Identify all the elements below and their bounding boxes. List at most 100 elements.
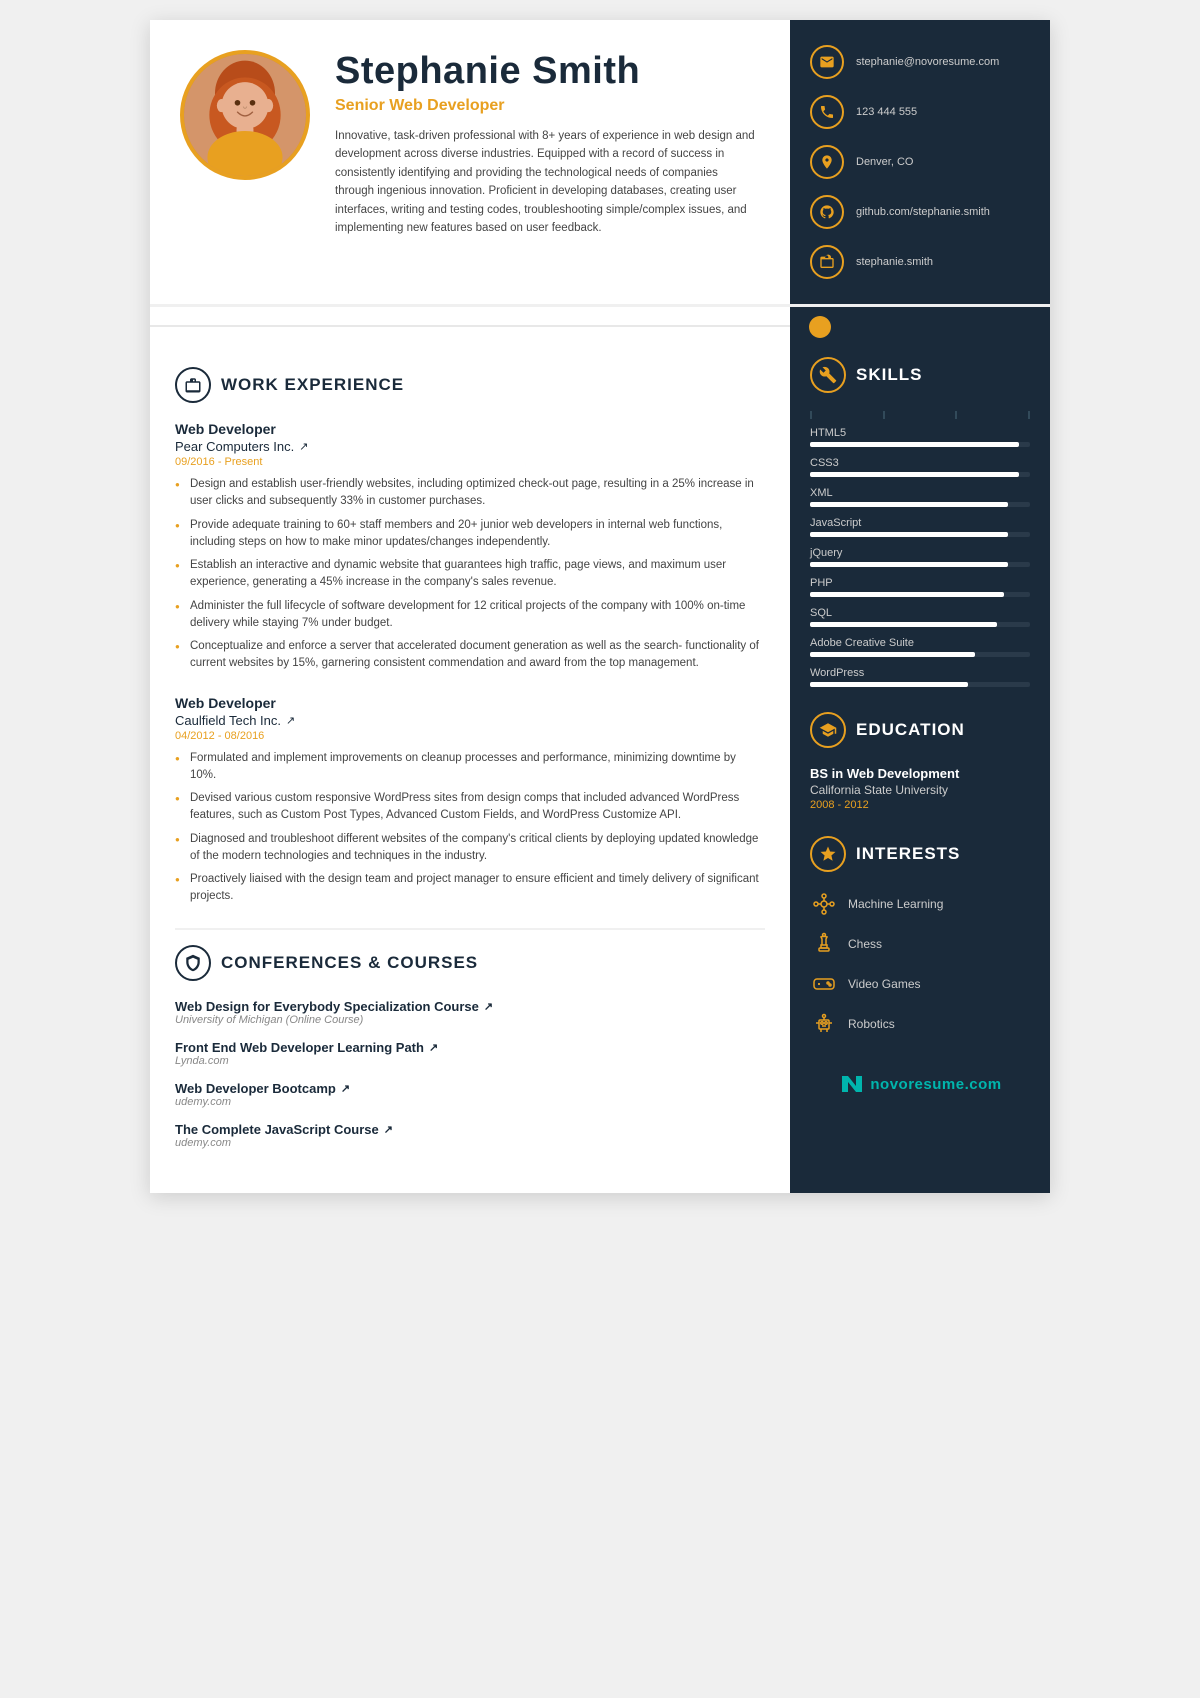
section-divider [175,928,765,930]
interest-games: Video Games [810,970,1030,998]
scale-tick [883,411,885,419]
portfolio-icon [810,245,844,279]
education-title: EDUCATION [856,720,965,740]
interest-ml: Machine Learning [810,890,1030,918]
job-bullet: Devised various custom responsive WordPr… [175,790,765,825]
job-title-1: Web Developer [175,421,765,437]
external-link-icon: ↗ [384,1123,393,1136]
email-icon [810,45,844,79]
header-info: Stephanie Smith Senior Web Developer Inn… [335,50,770,237]
skill-bar-bg [810,472,1030,477]
scale-tick [955,411,957,419]
resume-container: Stephanie Smith Senior Web Developer Inn… [150,20,1050,1193]
external-link-icon-1: ↗ [299,440,308,453]
conferences-header: CONFERENCES & COURSES [175,945,765,981]
skill-bar-bg [810,562,1030,567]
job-company-2: Caulfield Tech Inc. ↗ [175,713,765,728]
orange-dot [809,316,831,338]
job-bullet: Establish an interactive and dynamic web… [175,557,765,592]
skill-bar [810,652,975,657]
interests-section-header: INTERESTS [810,836,1030,872]
skill-label: SQL [810,607,1030,619]
main-content: WORK EXPERIENCE Web Developer Pear Compu… [150,327,1050,1193]
games-icon [810,970,838,998]
portfolio-value: stephanie.smith [856,256,933,268]
external-link-icon: ↗ [429,1041,438,1054]
job-title-2: Web Developer [175,695,765,711]
education-icon [810,712,846,748]
contact-email: stephanie@novoresume.com [810,45,1030,79]
skill-bar [810,472,1019,477]
skill-bar-bg [810,442,1030,447]
skill-bar-bg [810,622,1030,627]
skill-bar-bg [810,502,1030,507]
job-bullet: Conceptualize and enforce a server that … [175,638,765,673]
skill-label: WordPress [810,667,1030,679]
skill-bar [810,502,1008,507]
edu-school: California State University [810,783,1030,797]
course-title-2: Front End Web Developer Learning Path ↗ [175,1040,765,1055]
scale-tick [1028,411,1030,419]
contact-github: github.com/stephanie.smith [810,195,1030,229]
skill-bar [810,592,1004,597]
briefcase-icon [175,367,211,403]
contact-phone: 123 444 555 [810,95,1030,129]
skill-label: Adobe Creative Suite [810,637,1030,649]
skill-bar-bg [810,652,1030,657]
skill-scale [810,411,1030,419]
edu-degree: BS in Web Development [810,766,1030,781]
job-item-2: Web Developer Caulfield Tech Inc. ↗ 04/2… [175,695,765,906]
course-title-1: Web Design for Everybody Specialization … [175,999,765,1014]
skills-list: HTML5 CSS3 XML JavaScript jQuery PHP SQL [810,427,1030,687]
skill-item-0: HTML5 [810,427,1030,447]
skills-icon [810,357,846,393]
job-item-1: Web Developer Pear Computers Inc. ↗ 09/2… [175,421,765,673]
skill-item-7: Adobe Creative Suite [810,637,1030,657]
job-bullet: Provide adequate training to 60+ staff m… [175,517,765,552]
skill-item-4: jQuery [810,547,1030,567]
skill-label: HTML5 [810,427,1030,439]
avatar [180,50,310,180]
course-item-3: Web Developer Bootcamp ↗ udemy.com [175,1081,765,1108]
skill-label: jQuery [810,547,1030,559]
course-source-1: University of Michigan (Online Course) [175,1014,765,1026]
skill-bar-bg [810,592,1030,597]
job-bullet: Formulated and implement improvements on… [175,750,765,785]
interest-games-label: Video Games [848,977,921,991]
left-column: WORK EXPERIENCE Web Developer Pear Compu… [150,327,790,1193]
interests-title: INTERESTS [856,844,960,864]
interests-icon [810,836,846,872]
scale-tick [810,411,812,419]
skill-item-3: JavaScript [810,517,1030,537]
skill-bar-bg [810,532,1030,537]
location-value: Denver, CO [856,156,913,168]
external-link-icon: ↗ [341,1082,350,1095]
course-title-4: The Complete JavaScript Course ↗ [175,1122,765,1137]
contact-sidebar: stephanie@novoresume.com 123 444 555 Den… [790,20,1050,304]
skill-item-5: PHP [810,577,1030,597]
skill-label: XML [810,487,1030,499]
work-experience-header: WORK EXPERIENCE [175,367,765,403]
skill-bar [810,532,1008,537]
edu-date: 2008 - 2012 [810,799,1030,811]
candidate-bio: Innovative, task-driven professional wit… [335,127,755,237]
divider-left [150,307,790,327]
education-section-header: EDUCATION [810,712,1030,748]
course-item-4: The Complete JavaScript Course ↗ udemy.c… [175,1122,765,1149]
course-title-3: Web Developer Bootcamp ↗ [175,1081,765,1096]
job-date-2: 04/2012 - 08/2016 [175,730,765,742]
external-link-icon-2: ↗ [286,714,295,727]
header-left: Stephanie Smith Senior Web Developer Inn… [180,50,770,284]
github-value: github.com/stephanie.smith [856,206,990,218]
skill-bar [810,562,1008,567]
logo-text: novoresume.com [870,1076,1001,1093]
skill-item-6: SQL [810,607,1030,627]
skill-bar [810,622,997,627]
interest-ml-label: Machine Learning [848,897,943,911]
interest-robotics-label: Robotics [848,1017,895,1031]
novoresume-logo-icon [838,1070,866,1098]
phone-value: 123 444 555 [856,106,917,118]
job-bullet: Proactively liaised with the design team… [175,871,765,906]
header-section: Stephanie Smith Senior Web Developer Inn… [150,20,1050,307]
work-experience-title: WORK EXPERIENCE [221,375,404,395]
